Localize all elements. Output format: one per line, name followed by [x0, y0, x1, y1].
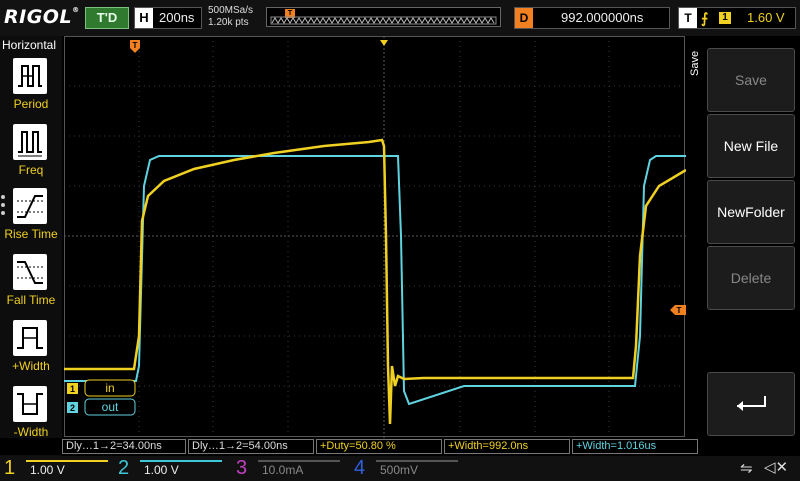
brand-logo: RIGOL®	[4, 6, 80, 28]
positive-width-icon	[13, 320, 47, 356]
run-status-badge[interactable]: T'D	[85, 7, 129, 29]
period-icon	[13, 58, 47, 94]
measure-positive-width-button[interactable]: +Width	[0, 320, 62, 384]
waveform-canvas: T T 1 in 2 out	[64, 36, 686, 438]
channel-4-number: 4	[354, 457, 366, 479]
timebase-tag: H	[135, 8, 153, 28]
channel-1-scale: 1.00 V	[26, 460, 108, 478]
measurement-delay-rise[interactable]: Dly…1→2=34.00ns	[62, 439, 186, 454]
measure-positive-width-label: +Width	[12, 359, 50, 373]
ch1-trace	[64, 138, 686, 425]
timebase-value: 200ns	[159, 10, 195, 25]
measurement-width-ch1[interactable]: +Width=992.0ns	[444, 439, 570, 454]
sample-rate: 500MSa/s	[208, 5, 254, 16]
svg-text:1: 1	[70, 384, 75, 394]
channel-3-number: 3	[236, 457, 248, 479]
channel-1-number: 1	[4, 457, 16, 479]
trigger-display[interactable]: T ⨍ 1 1.60 V	[678, 7, 796, 29]
negative-width-icon	[13, 386, 47, 422]
channel-2-scale: 1.00 V	[140, 460, 222, 478]
speaker-muted-icon[interactable]: ◁✕	[764, 458, 788, 476]
measurement-delay-fall[interactable]: Dly…1→2=54.00ns	[188, 439, 314, 454]
measure-menu-title: Horizontal	[2, 38, 57, 52]
new-file-button[interactable]: New File	[707, 114, 795, 178]
measure-fall-time-label: Fall Time	[6, 293, 56, 307]
svg-text:out: out	[102, 400, 119, 414]
save-menu: Save Save New File NewFolder Delete	[686, 36, 800, 438]
measure-rise-time-label: Rise Time	[4, 227, 58, 241]
trigger-level: 1.60 V	[747, 10, 785, 25]
ch2-trace-tag: 2 out	[67, 398, 136, 416]
memory-depth: 1.20k pts	[208, 17, 249, 28]
delay-value: 992.000000ns	[561, 10, 644, 25]
measure-period-label: Period	[13, 97, 49, 111]
channel-3-scale: 10.0mA	[258, 460, 340, 478]
delay-center-marker	[380, 40, 388, 46]
ch2-trace	[64, 155, 686, 406]
measure-fall-time-button[interactable]: Fall Time	[0, 254, 62, 318]
delay-tag: D	[515, 8, 533, 28]
delete-button[interactable]: Delete	[707, 246, 795, 310]
measurement-duty[interactable]: +Duty=50.80 %	[316, 439, 442, 454]
measure-rise-time-button[interactable]: Rise Time	[0, 188, 62, 252]
svg-text:T: T	[133, 41, 138, 50]
measure-negative-width-label: -Width	[13, 425, 49, 439]
ch1-trace-tag: 1 in	[67, 379, 136, 397]
measure-period-button[interactable]: Period	[0, 58, 62, 122]
channel-3[interactable]: 3 10.0mA	[236, 457, 342, 479]
delay-display[interactable]: D 992.000000ns	[514, 7, 670, 29]
frequency-icon	[13, 124, 47, 160]
channel-1[interactable]: 1 1.00 V	[4, 457, 110, 479]
measure-freq-label: Freq	[18, 163, 44, 177]
acquisition-info: 500MSa/s 1.20k pts	[208, 5, 253, 29]
measurement-width-ch2[interactable]: +Width=1.016us	[572, 439, 698, 454]
channel-2[interactable]: 2 1.00 V	[118, 457, 224, 479]
measure-freq-button[interactable]: Freq	[0, 124, 62, 188]
channel-2-number: 2	[118, 457, 130, 479]
top-status-bar: RIGOL® T'D H 200ns 500MSa/s 1.20k pts T …	[0, 0, 800, 36]
enter-icon	[708, 373, 794, 435]
channel-4[interactable]: 4 500mV	[354, 457, 460, 479]
save-button[interactable]: Save	[707, 48, 795, 112]
svg-text:in: in	[105, 381, 114, 395]
fall-time-icon	[13, 254, 47, 290]
channel-4-scale: 500mV	[376, 460, 458, 478]
svg-text:2: 2	[70, 403, 75, 413]
trigger-tag: T	[679, 8, 697, 28]
measure-menu: Horizontal Period Freq Rise Time Fall Ti…	[0, 36, 62, 456]
save-menu-title: Save	[689, 50, 701, 76]
memory-overview-waveform	[270, 16, 497, 25]
rising-edge-icon: ⨍	[701, 10, 709, 26]
rise-time-icon	[13, 188, 47, 224]
channel-bar: 1 1.00 V 2 1.00 V 3 10.0mA 4 500mV ⇋ ◁✕	[0, 456, 800, 481]
trigger-source: 1	[719, 12, 731, 24]
timebase-display[interactable]: H 200ns	[134, 7, 202, 29]
trigger-level-marker-label: T	[677, 306, 682, 315]
usb-icon: ⇋	[740, 460, 753, 477]
new-folder-button[interactable]: NewFolder	[707, 180, 795, 244]
waveform-memory-overview[interactable]: T	[266, 7, 501, 27]
waveform-display[interactable]: T T 1 in 2 out	[64, 36, 686, 438]
enter-button[interactable]	[707, 372, 795, 436]
measurement-bar: Dly…1→2=34.00ns Dly…1→2=54.00ns +Duty=50…	[0, 438, 800, 455]
